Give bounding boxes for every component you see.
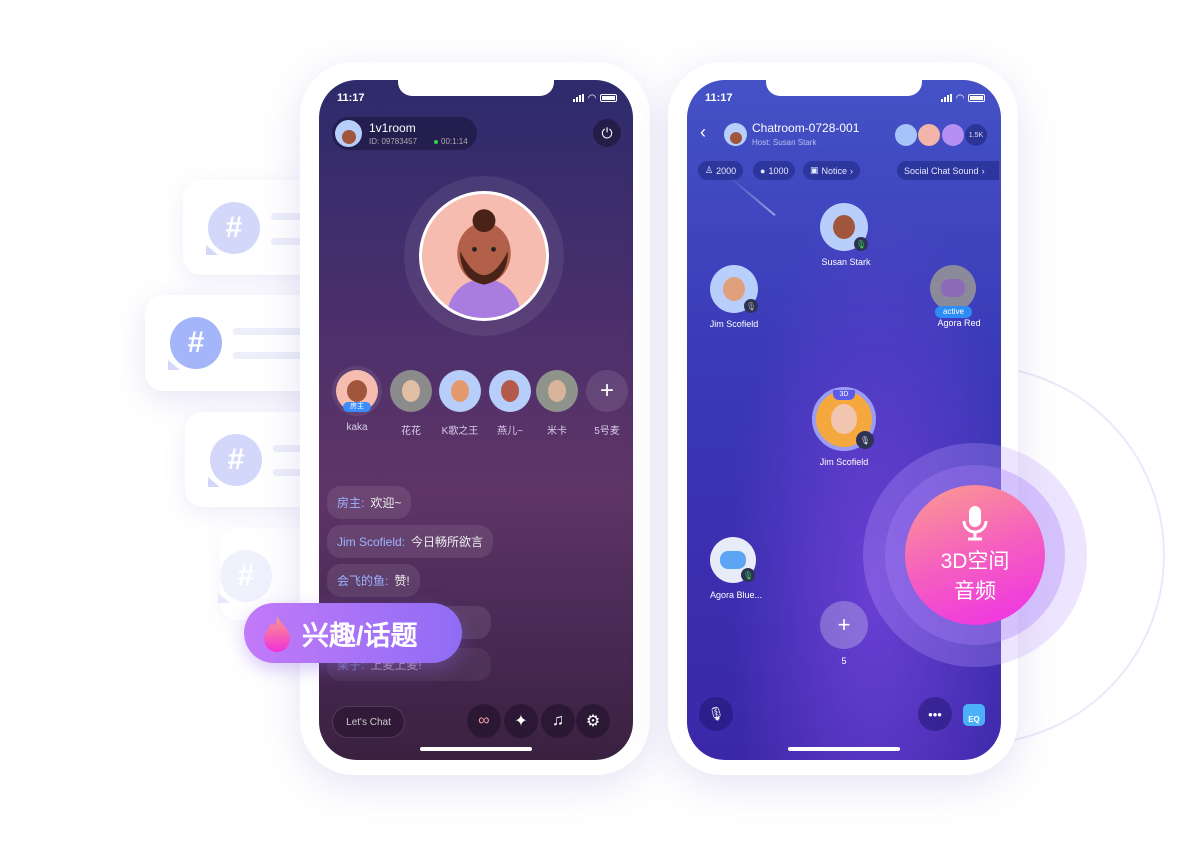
hashtag-bubble-icon: # <box>170 317 222 369</box>
gift-icon: ● <box>760 165 766 176</box>
seat-avatar <box>930 265 976 311</box>
hashtag-bubble-icon: # <box>208 202 260 254</box>
live-dot <box>434 140 438 144</box>
home-indicator <box>420 747 532 751</box>
rank-chip[interactable]: ♙ 2000 <box>698 161 744 180</box>
seat-name: Susan Stark <box>821 257 871 267</box>
seat-avatar <box>390 370 432 412</box>
power-button[interactable]: ⏻ <box>593 119 621 147</box>
signal-icon <box>941 94 953 102</box>
seat-name: kaka <box>346 422 368 433</box>
seat-name: Agora Blue... <box>709 590 763 600</box>
magic-wand-icon[interactable]: ✦ <box>504 704 538 738</box>
back-button[interactable]: ‹ <box>700 122 706 143</box>
clock: 11:17 <box>705 92 733 104</box>
signal-icon <box>573 94 585 102</box>
badge-line-1: 3D空间 <box>940 550 1010 573</box>
3d-audio-badge: 3D空间 音频 <box>905 485 1045 625</box>
room-id: ID: 09783457 <box>369 137 418 146</box>
hashtag-bubble-icon: # <box>210 434 262 486</box>
flame-icon <box>264 616 290 652</box>
seat-name: Agora Red <box>937 318 981 328</box>
owner-badge: 房主 <box>343 402 371 412</box>
seat-name: Jim Scofield <box>819 457 869 467</box>
wifi-icon: ◠ <box>956 92 964 104</box>
seat-name: K歌之王 <box>441 426 479 437</box>
badge-line-2: 音频 <box>954 580 996 603</box>
room-title: Chatroom-0728-001 <box>752 121 860 135</box>
topic-tag: 兴趣/话题 <box>244 603 462 663</box>
shooting-star <box>728 175 776 217</box>
clock: 11:17 <box>337 92 365 104</box>
home-indicator <box>788 747 900 751</box>
audience-avatar <box>918 124 940 146</box>
chat-message: 房主: 欢迎~ <box>327 486 412 519</box>
phone-1v1room: 11:17 ◠ 1v1room ID: 09783457 00:1:14 ⏻ 房… <box>300 62 650 775</box>
audience-avatar <box>942 124 964 146</box>
add-seat-icon: + <box>820 601 868 649</box>
battery-icon <box>600 94 617 102</box>
mic-muted-icon: 🎙 <box>856 431 874 449</box>
chat-input[interactable]: Let's Chat <box>332 706 405 738</box>
notice-chip[interactable]: ▣ Notice › <box>803 161 861 180</box>
room-host: Host: Susan Stark <box>752 138 817 147</box>
mic-button[interactable]: 🎙 <box>699 697 733 731</box>
gift-chip[interactable]: ● 1000 <box>753 161 796 180</box>
mic-on-icon: 🎙 <box>854 237 868 251</box>
seat-avatar <box>489 370 531 412</box>
eq-button[interactable]: EQ <box>963 704 985 726</box>
host-avatar <box>724 123 747 146</box>
room-name: 1v1room <box>369 121 416 135</box>
seat-name: 5 <box>841 656 847 666</box>
microphone-icon <box>962 506 988 541</box>
gear-icon[interactable]: ⚙ <box>576 704 610 738</box>
mic-muted-icon: 🎙 <box>744 299 758 313</box>
seat-name: 燕儿~ <box>497 426 523 437</box>
wifi-icon: ◠ <box>588 92 596 104</box>
seat-name: 5号麦 <box>594 426 620 437</box>
room-info-pill[interactable]: 1v1room ID: 09783457 00:1:14 <box>332 117 477 150</box>
music-disc-icon[interactable]: ♫ <box>541 704 575 738</box>
seat-name: 花花 <box>401 426 421 437</box>
main-speaker-avatar <box>419 191 549 321</box>
seat-avatar <box>439 370 481 412</box>
sound-chip[interactable]: Social Chat Sound › <box>897 161 999 180</box>
audience-count[interactable]: 1.5K <box>965 124 987 146</box>
call-duration: 00:1:14 <box>441 137 468 146</box>
mic-on-icon: 🎙 <box>741 568 755 582</box>
3d-badge: 3D <box>833 390 855 400</box>
seat-name: Jim Scofield <box>709 319 759 329</box>
more-button[interactable]: ••• <box>918 697 952 731</box>
seat-name: 米卡 <box>547 426 567 437</box>
notice-icon: ▣ <box>810 165 819 175</box>
seat-avatar <box>536 370 578 412</box>
active-badge: active <box>935 306 972 318</box>
audience-avatar <box>895 124 917 146</box>
link-icon[interactable]: ∞ <box>467 704 501 738</box>
hashtag-bubble-icon: # <box>220 550 272 602</box>
phone-chatroom: 11:17 ◠ ‹ Chatroom-0728-001 Host: Susan … <box>668 62 1018 775</box>
chat-message: Jim Scofield: 今日畅所欲言 <box>327 525 494 558</box>
battery-icon <box>968 94 985 102</box>
owner-avatar <box>335 120 362 147</box>
chat-message: 会飞的鱼: 赞! <box>327 564 420 597</box>
rank-icon: ♙ <box>705 165 714 175</box>
add-seat-icon: + <box>586 370 628 412</box>
topic-tag-label: 兴趣/话题 <box>302 620 418 651</box>
